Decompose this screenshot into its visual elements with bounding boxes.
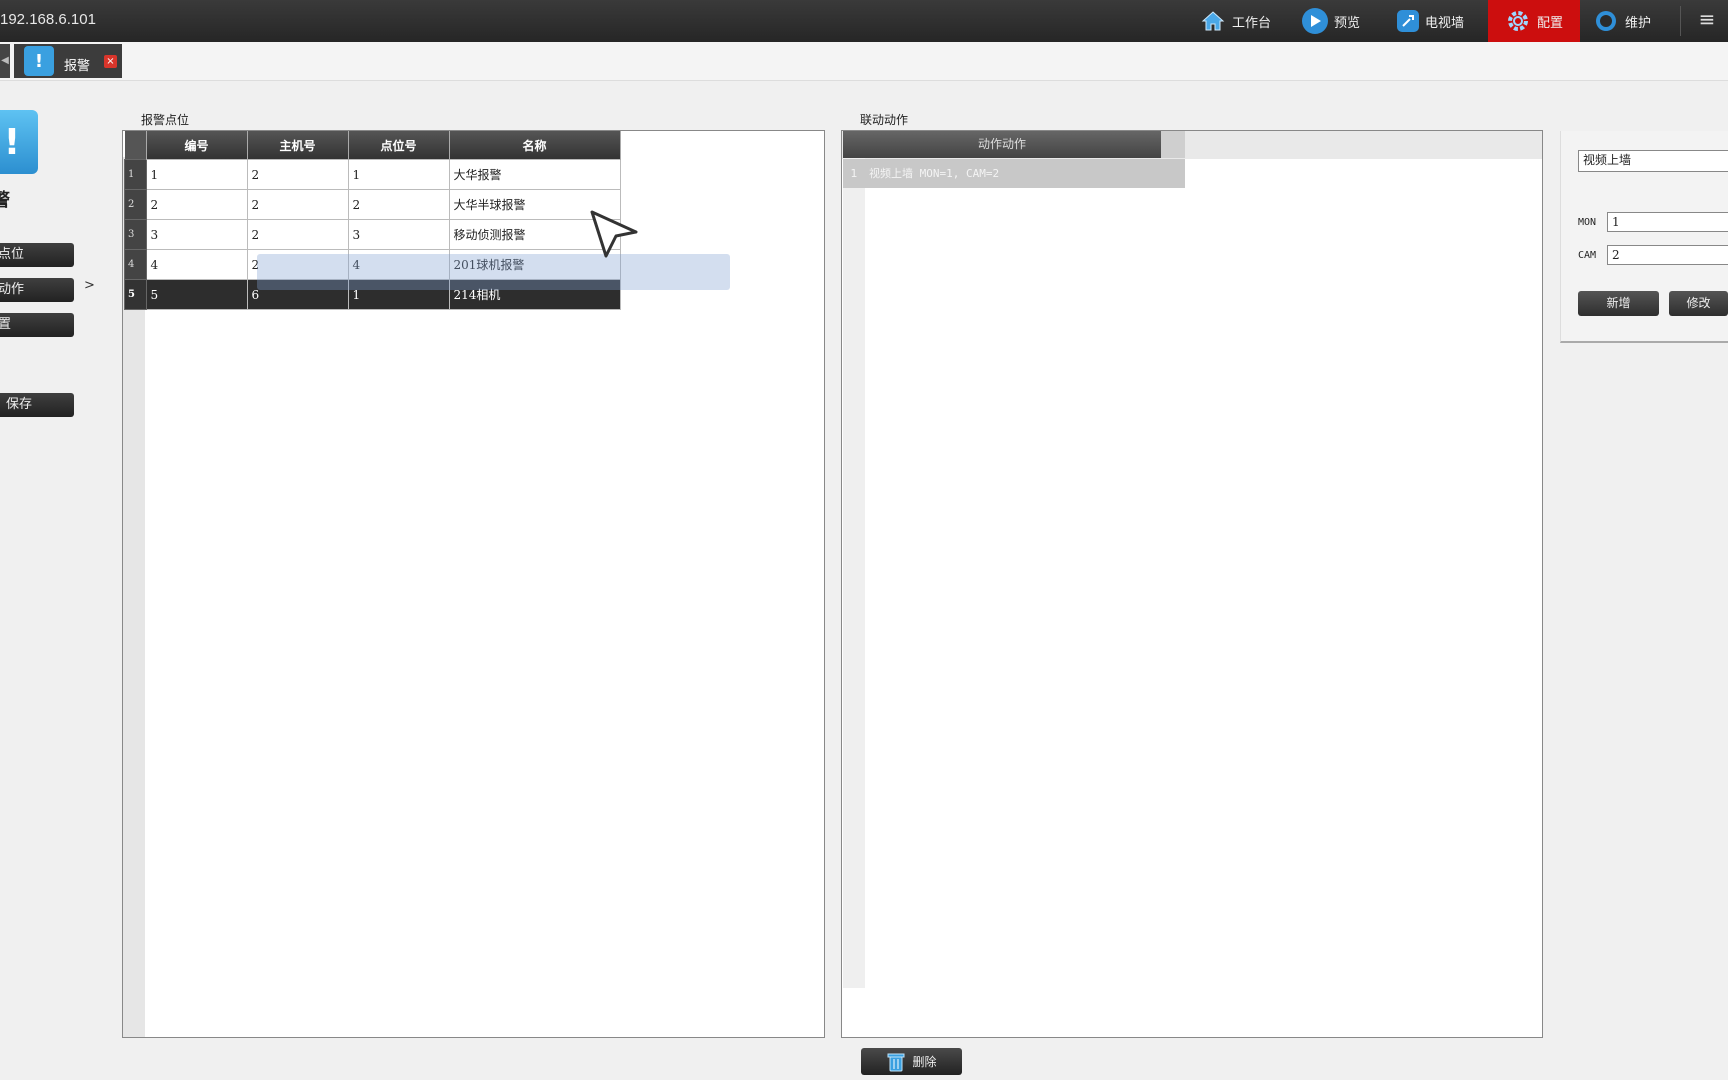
chevron-right-icon: >	[84, 278, 95, 293]
nav-tv-wall[interactable]: 电视墙	[1397, 0, 1475, 42]
row-number: 3	[124, 219, 147, 250]
cam-label: CAM	[1578, 250, 1597, 261]
column-header-action[interactable]: 动作动作	[843, 131, 1161, 158]
sidebar-item-points[interactable]: 点位	[0, 243, 74, 267]
trash-icon	[887, 1053, 905, 1071]
cell-host[interactable]: 2	[246, 219, 349, 250]
row-number: 5	[124, 279, 147, 310]
sidebar-item-actions[interactable]: 动作	[0, 278, 74, 302]
mon-label: MON	[1578, 217, 1597, 228]
nav-label: 维护	[1625, 15, 1652, 31]
corner-cell	[124, 131, 147, 160]
device-address: 192.168.6.101	[0, 11, 96, 28]
cell-id[interactable]: 5	[145, 279, 248, 310]
modify-button[interactable]: 修改	[1669, 291, 1728, 316]
cell-point[interactable]: 1	[347, 159, 450, 190]
cell-point[interactable]: 2	[347, 189, 450, 220]
close-icon[interactable]: ×	[104, 55, 117, 68]
cell-id[interactable]: 3	[145, 219, 248, 250]
nav-label: 工作台	[1232, 15, 1272, 31]
column-header[interactable]: 主机号	[247, 131, 349, 160]
play-icon	[1302, 8, 1328, 34]
cell-host[interactable]: 2	[246, 159, 349, 190]
divider	[1680, 6, 1681, 36]
tab-prev-button[interactable]: ◀	[0, 44, 10, 78]
nav-config[interactable]: 配置	[1488, 0, 1580, 42]
nav-label: 配置	[1536, 15, 1563, 31]
cell-point[interactable]: 3	[347, 219, 450, 250]
table-row[interactable]: 3 3 2 3 移动侦测报警	[124, 219, 621, 250]
home-icon	[1200, 8, 1226, 34]
table-row[interactable]: 1 1 2 1 大华报警	[124, 159, 621, 190]
delete-label: 删除	[912, 1055, 937, 1069]
alarm-icon: !	[24, 46, 54, 76]
mon-field[interactable]: 1	[1607, 212, 1728, 232]
nav-maintenance[interactable]: 维护	[1593, 0, 1663, 42]
row-number: 2	[124, 189, 147, 220]
action-text: 视频上墙 MON=1, CAM=2	[869, 167, 1000, 180]
cell-host[interactable]: 2	[246, 189, 349, 220]
table-row[interactable]: 2 2 2 2 大华半球报警	[124, 189, 621, 220]
row-number: 1	[124, 159, 147, 190]
cell-id[interactable]: 2	[145, 189, 248, 220]
alarm-large-icon: !	[0, 110, 38, 174]
ring-icon	[1593, 8, 1619, 34]
row-number: 1	[850, 167, 858, 180]
gear-icon	[1505, 8, 1531, 34]
column-header[interactable]: 点位号	[348, 131, 450, 160]
linkage-actions-panel	[841, 130, 1543, 1038]
action-type-select[interactable]: 视频上墙	[1578, 150, 1728, 172]
nav-label: 预览	[1334, 15, 1361, 31]
save-button[interactable]: 保存	[0, 393, 74, 417]
row-number-column	[843, 158, 865, 988]
column-header[interactable]: 名称	[449, 131, 621, 160]
nav-label: 电视墙	[1425, 15, 1465, 31]
drag-highlight	[257, 254, 730, 290]
wrench-icon	[1397, 10, 1419, 32]
delete-button[interactable]: 删除	[861, 1048, 962, 1075]
tab-strip	[0, 42, 1728, 81]
cam-field[interactable]: 2	[1607, 245, 1728, 265]
nav-preview[interactable]: 预览	[1302, 0, 1368, 42]
section-title-linkage-actions: 联动动作	[860, 113, 909, 127]
cell-id[interactable]: 1	[145, 159, 248, 190]
column-header[interactable]: 编号	[146, 131, 248, 160]
cell-name[interactable]: 大华报警	[448, 159, 621, 190]
menu-icon[interactable]: ≡	[1696, 8, 1718, 30]
row-number: 4	[124, 249, 147, 280]
tab-label: 报警	[64, 59, 91, 74]
section-title-alarm-points: 报警点位	[141, 113, 190, 127]
sidebar-item-settings[interactable]: 置	[0, 313, 74, 337]
nav-workbench[interactable]: 工作台	[1200, 0, 1284, 42]
sidebar-title: 警	[0, 190, 10, 211]
table-row[interactable]: 1 视频上墙 MON=1, CAM=2	[843, 159, 1185, 188]
cell-id[interactable]: 4	[145, 249, 248, 280]
header-extension	[1161, 131, 1185, 158]
mouse-cursor-icon	[590, 210, 638, 258]
add-button[interactable]: 新增	[1578, 291, 1659, 316]
